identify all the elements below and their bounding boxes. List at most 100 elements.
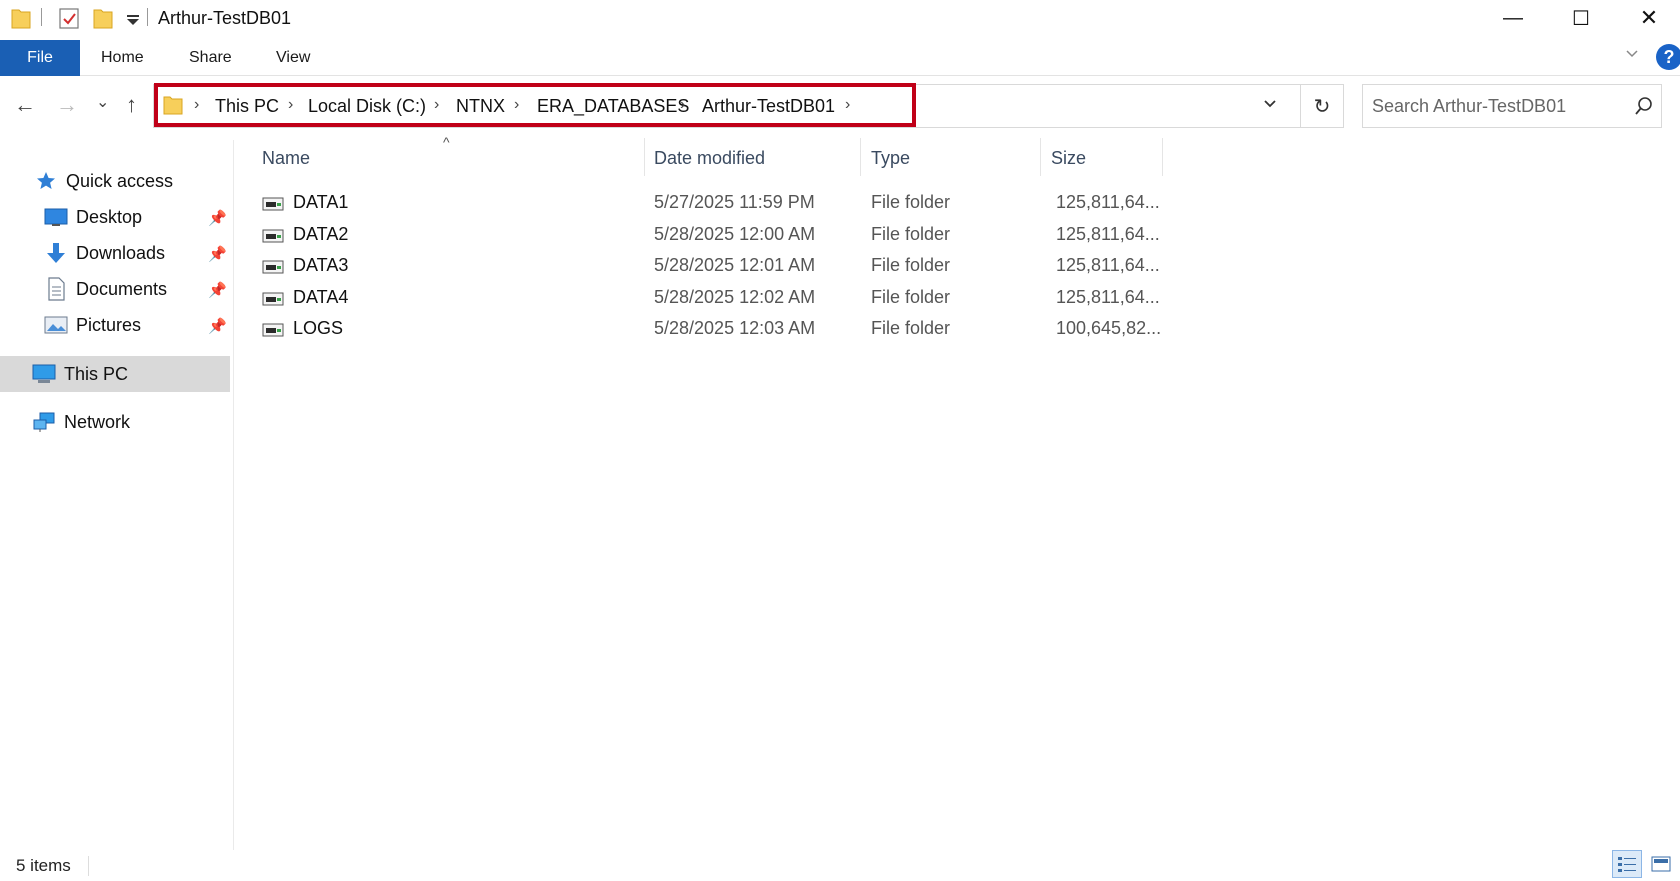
file-date-modified: 5/28/2025 12:00 AM — [654, 223, 816, 244]
column-divider[interactable] — [1162, 138, 1163, 176]
address-folder-icon — [163, 96, 183, 115]
breadcrumb-ntnx[interactable]: NTNX — [456, 96, 505, 117]
tab-share[interactable]: Share — [189, 40, 232, 76]
file-date-modified: 5/27/2025 11:59 PM — [654, 192, 815, 212]
file-name[interactable]: DATA3 — [293, 255, 348, 276]
forward-button[interactable]: → — [56, 92, 78, 118]
file-row[interactable]: DATA3 5/28/2025 12:01 AM File folder 125,81… — [262, 251, 1162, 281]
pane-divider[interactable] — [233, 140, 234, 850]
large-icons-view-button[interactable] — [1646, 850, 1676, 878]
expand-ribbon-icon[interactable] — [1624, 46, 1640, 62]
file-type: File folder — [871, 255, 951, 275]
breadcrumb-separator[interactable]: › — [434, 96, 439, 114]
file-name[interactable]: DATA4 — [293, 287, 348, 308]
file-name[interactable]: DATA2 — [293, 224, 348, 245]
pin-icon[interactable]: 📌 — [208, 209, 227, 227]
sort-ascending-icon: ^ — [443, 134, 450, 150]
title-bar: Arthur-TestDB01 — ☐ ✕ — [0, 0, 1680, 38]
network-icon — [32, 410, 56, 434]
sidebar-item-pictures[interactable]: Pictures — [44, 308, 141, 342]
minimize-button[interactable]: — — [1478, 0, 1548, 36]
desktop-icon — [44, 205, 68, 229]
download-arrow-icon — [44, 241, 68, 265]
column-divider[interactable] — [860, 138, 861, 176]
window-title: Arthur-TestDB01 — [158, 8, 292, 28]
sidebar-item-this-pc[interactable]: This PC — [32, 357, 128, 391]
pin-icon[interactable]: 📌 — [208, 281, 227, 299]
sidebar-item-desktop[interactable]: Desktop — [44, 200, 142, 234]
folder-mount-icon — [262, 292, 284, 305]
column-header-size[interactable]: Size — [1051, 148, 1086, 169]
column-header-type[interactable]: Type — [871, 148, 910, 169]
recent-locations-button[interactable]: ⌄ — [96, 92, 109, 112]
file-row[interactable]: DATA1 5/27/2025 11:59 PM File folder 125,81… — [262, 188, 1162, 218]
file-name[interactable]: LOGS — [293, 318, 343, 339]
large-icons-view-icon — [1651, 856, 1671, 872]
column-header-name[interactable]: Name — [262, 148, 310, 169]
breadcrumb-separator[interactable]: › — [288, 96, 293, 114]
file-size: 125,811,64... — [1056, 255, 1160, 275]
breadcrumb-separator[interactable]: › — [194, 96, 199, 114]
quick-access-separator — [41, 8, 42, 26]
search-input[interactable] — [1372, 94, 1622, 118]
sidebar-item-network[interactable]: Network — [32, 405, 130, 439]
file-row[interactable]: DATA4 5/28/2025 12:02 AM File folder 125,81… — [262, 283, 1162, 313]
folder-mount-icon — [262, 197, 284, 211]
back-button[interactable]: ← — [14, 92, 36, 118]
sidebar-item-label: This PC — [64, 363, 129, 384]
pictures-icon — [44, 313, 68, 337]
computer-icon — [32, 362, 56, 386]
sidebar-item-label: Downloads — [76, 242, 166, 263]
file-name[interactable]: DATA1 — [293, 192, 348, 213]
tab-file[interactable]: File — [0, 40, 80, 76]
title-separator — [147, 8, 148, 26]
breadcrumb-separator[interactable]: › — [845, 96, 850, 114]
properties-icon[interactable] — [58, 6, 80, 30]
pin-icon[interactable]: 📌 — [208, 245, 227, 263]
tab-home[interactable]: Home — [101, 40, 144, 76]
new-folder-icon[interactable] — [92, 6, 114, 30]
sidebar-item-documents[interactable]: Documents — [44, 272, 167, 306]
sidebar-item-quick-access[interactable]: Quick access — [34, 164, 173, 198]
file-row[interactable]: LOGS 5/28/2025 12:03 AM File folder 100,645… — [262, 314, 1162, 344]
column-divider[interactable] — [644, 138, 645, 176]
pin-icon[interactable]: 📌 — [208, 317, 227, 335]
folder-mount-icon — [262, 323, 284, 337]
tab-view[interactable]: View — [276, 40, 310, 76]
close-button[interactable]: ✕ — [1614, 0, 1680, 36]
sidebar-item-label: Documents — [76, 278, 168, 299]
file-date-modified: 5/28/2025 12:03 AM — [654, 318, 816, 338]
file-size: 125,811,64... — [1056, 223, 1160, 244]
breadcrumb-local-disk[interactable]: Local Disk (C:) — [308, 96, 426, 117]
address-dropdown-icon[interactable] — [1262, 96, 1278, 112]
breadcrumb-arthur-testdb01[interactable]: Arthur-TestDB01 — [702, 96, 835, 117]
breadcrumb-separator[interactable]: › — [680, 96, 685, 114]
breadcrumb-separator[interactable]: › — [514, 96, 519, 114]
sidebar-item-label: Pictures — [76, 314, 142, 335]
details-view-button[interactable] — [1612, 850, 1642, 878]
file-size: 100,645,82... — [1056, 318, 1162, 338]
document-icon — [44, 277, 68, 301]
file-size: 125,811,64... — [1056, 286, 1160, 307]
up-button[interactable]: ↑ — [126, 92, 137, 118]
column-divider[interactable] — [1040, 138, 1041, 176]
star-icon — [34, 169, 58, 193]
file-row[interactable]: DATA2 5/28/2025 12:00 AM File folder 125,81… — [262, 220, 1162, 250]
search-icon[interactable] — [1634, 96, 1654, 116]
file-type: File folder — [871, 223, 951, 244]
file-date-modified: 5/28/2025 12:02 AM — [654, 286, 816, 307]
breadcrumb-era-databases[interactable]: ERA_DATABASES — [537, 96, 689, 117]
status-separator — [88, 856, 89, 876]
file-size: 125,811,64... — [1056, 192, 1160, 212]
column-header-date-modified[interactable]: Date modified — [654, 148, 765, 169]
help-icon[interactable]: ? — [1656, 44, 1680, 70]
maximize-button[interactable]: ☐ — [1546, 0, 1616, 36]
refresh-button[interactable]: ↻ — [1300, 84, 1344, 128]
status-item-count: 5 items — [16, 856, 71, 875]
breadcrumb-this-pc[interactable]: This PC — [215, 96, 279, 117]
file-type: File folder — [871, 192, 951, 212]
sidebar-item-downloads[interactable]: Downloads — [44, 236, 165, 270]
folder-icon[interactable] — [10, 6, 32, 30]
sidebar-item-label: Network — [64, 411, 131, 432]
customize-quick-access-icon[interactable] — [122, 6, 144, 30]
